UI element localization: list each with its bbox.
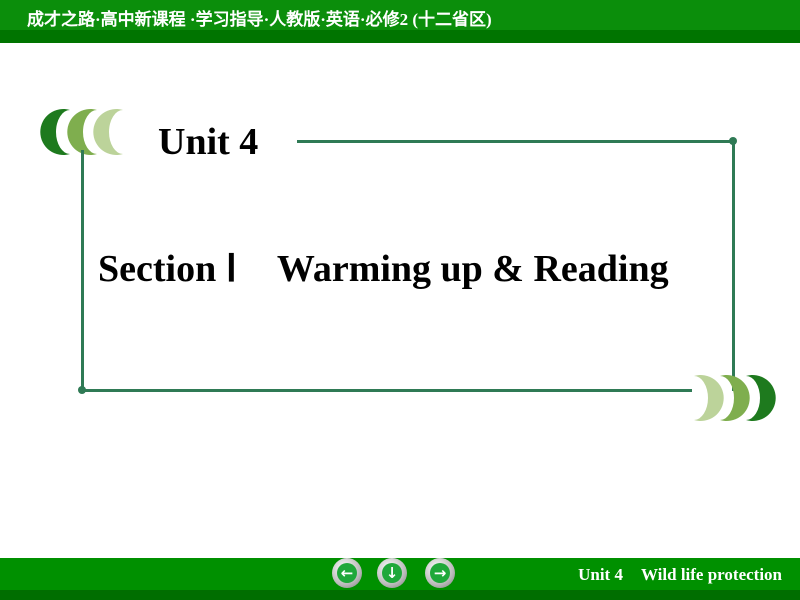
unit-title: Unit 4 — [158, 121, 259, 163]
crescent-dark — [40, 109, 70, 155]
footer-unit: Unit 4 — [578, 565, 623, 584]
arrow-left-icon: ← — [337, 563, 357, 583]
previous-button[interactable]: ← — [332, 558, 362, 588]
footer-bar-shadow — [0, 590, 800, 600]
crescent-mid — [67, 109, 97, 155]
frame-dot — [78, 386, 86, 394]
frame-bottom-line — [82, 389, 692, 392]
section-name: Warming up & Reading — [276, 248, 669, 290]
frame-right-line — [732, 141, 735, 391]
right-crescents-decoration — [694, 375, 776, 421]
next-button[interactable]: → — [425, 558, 455, 588]
frame-top-line — [297, 140, 734, 143]
crescent-light — [694, 375, 724, 421]
footer-caption: Unit 4 Wild life protection — [578, 565, 782, 585]
crescent-dark — [746, 375, 776, 421]
section-title: Section Ⅰ Warming up & Reading — [98, 246, 669, 291]
section-number: Section Ⅰ — [98, 248, 237, 290]
crescent-mid — [720, 375, 750, 421]
home-down-button[interactable]: ↓ — [377, 558, 407, 588]
arrow-down-icon: ↓ — [382, 563, 402, 583]
header-title: 成才之路·高中新课程 ·学习指导·人教版·英语·必修2 (十二省区) — [27, 10, 492, 29]
header-bar-shadow — [0, 30, 800, 43]
footer-topic: Wild life protection — [640, 565, 782, 584]
arrow-right-icon: → — [430, 563, 450, 583]
crescent-light — [93, 109, 123, 155]
frame-left-line — [81, 150, 84, 391]
